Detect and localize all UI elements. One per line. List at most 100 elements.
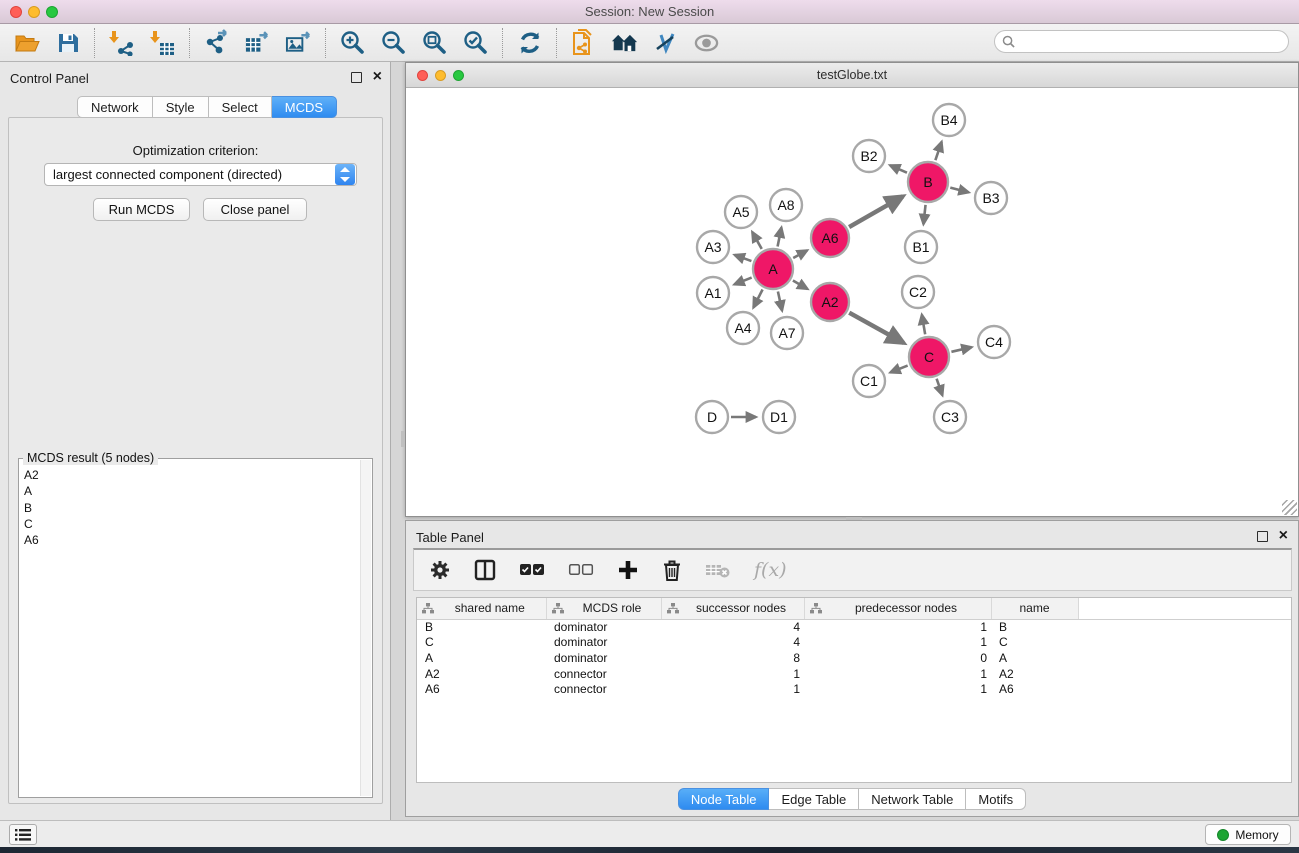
cell-shared-name[interactable]: A2 <box>417 666 546 682</box>
column-header-shared-name[interactable]: shared name <box>417 598 546 619</box>
cell-MCDS-role[interactable]: connector <box>546 666 661 682</box>
node-A8[interactable]: A8 <box>770 189 802 221</box>
table-row[interactable]: Bdominator41B <box>417 619 1291 635</box>
edge-A6-B[interactable] <box>849 196 903 227</box>
table-row[interactable]: A6connector11A6 <box>417 681 1291 697</box>
edge-A2-C[interactable] <box>849 313 903 343</box>
cell-shared-name[interactable]: B <box>417 619 546 635</box>
column-chooser-icon[interactable] <box>474 559 496 581</box>
cell-shared-name[interactable]: A6 <box>417 681 546 697</box>
close-panel-button[interactable]: Close panel <box>203 198 307 221</box>
node-A2[interactable]: A2 <box>811 283 849 321</box>
network-canvas[interactable]: AA1A3A5A8A4A7A6A2BB1B2B3B4CC1C2C3C4DD1 <box>406 88 1298 516</box>
tab-mcds[interactable]: MCDS <box>272 96 337 118</box>
table-row[interactable]: Cdominator41C <box>417 635 1291 651</box>
node-D1[interactable]: D1 <box>763 401 795 433</box>
node-A4[interactable]: A4 <box>727 312 759 344</box>
result-item[interactable]: A6 <box>21 532 359 548</box>
search-field[interactable] <box>994 30 1289 53</box>
memory-button[interactable]: Memory <box>1205 824 1291 845</box>
cell-predecessor-nodes[interactable]: 1 <box>804 635 991 651</box>
cell-name[interactable]: A2 <box>991 666 1078 682</box>
cell-MCDS-role[interactable]: dominator <box>546 650 661 666</box>
cell-MCDS-role[interactable]: connector <box>546 681 661 697</box>
eye-icon[interactable] <box>693 29 720 56</box>
node-C2[interactable]: C2 <box>902 276 934 308</box>
column-header-name[interactable]: name <box>991 598 1078 619</box>
node-C3[interactable]: C3 <box>934 401 966 433</box>
node-B2[interactable]: B2 <box>853 140 885 172</box>
edge-A-A8[interactable] <box>778 228 782 247</box>
result-item[interactable]: C <box>21 516 359 532</box>
node-B1[interactable]: B1 <box>905 231 937 263</box>
node-A[interactable]: A <box>753 249 793 289</box>
node-C4[interactable]: C4 <box>978 326 1010 358</box>
edge-C-C1[interactable] <box>890 366 907 373</box>
edge-A-A7[interactable] <box>778 291 782 310</box>
delete-column-icon[interactable] <box>662 559 682 582</box>
result-scrollbar[interactable] <box>360 460 371 796</box>
edge-A-A2[interactable] <box>793 281 808 289</box>
new-network-from-selection-icon[interactable] <box>570 29 597 56</box>
network-window-titlebar[interactable]: testGlobe.txt <box>406 63 1298 88</box>
edge-A-A1[interactable] <box>734 278 751 285</box>
tab-node-table[interactable]: Node Table <box>678 788 770 810</box>
refresh-icon[interactable] <box>516 29 543 56</box>
node-A6[interactable]: A6 <box>811 219 849 257</box>
hide-graphics-details-icon[interactable] <box>652 29 679 56</box>
save-session-icon[interactable] <box>54 29 81 56</box>
tab-style[interactable]: Style <box>153 96 209 118</box>
deselect-all-icon[interactable] <box>568 563 594 577</box>
edge-C-C2[interactable] <box>922 315 925 335</box>
close-panel-icon[interactable]: × <box>373 67 382 87</box>
column-header-MCDS-role[interactable]: MCDS role <box>546 598 661 619</box>
criterion-dropdown[interactable]: largest connected component (directed) <box>44 163 357 186</box>
cell-MCDS-role[interactable]: dominator <box>546 635 661 651</box>
cell-predecessor-nodes[interactable]: 1 <box>804 666 991 682</box>
export-table-icon[interactable] <box>244 29 271 56</box>
home-icon[interactable] <box>611 29 638 56</box>
node-A7[interactable]: A7 <box>771 317 803 349</box>
export-network-icon[interactable] <box>203 29 230 56</box>
result-item[interactable]: A <box>21 483 359 499</box>
settings-gear-icon[interactable] <box>429 559 451 581</box>
import-table-icon[interactable] <box>149 29 176 56</box>
open-file-icon[interactable] <box>13 29 40 56</box>
cell-successor-nodes[interactable]: 1 <box>661 666 804 682</box>
select-all-icon[interactable] <box>519 563 545 577</box>
tab-select[interactable]: Select <box>209 96 272 118</box>
edge-A-A4[interactable] <box>753 290 762 308</box>
edge-C-C3[interactable] <box>937 379 943 396</box>
task-history-button[interactable] <box>9 824 37 845</box>
node-C[interactable]: C <box>909 337 949 377</box>
cell-predecessor-nodes[interactable]: 0 <box>804 650 991 666</box>
mcds-result-list[interactable]: A2ABCA6 <box>21 467 359 795</box>
zoom-selected-icon[interactable] <box>462 29 489 56</box>
node-A5[interactable]: A5 <box>725 196 757 228</box>
cell-successor-nodes[interactable]: 1 <box>661 681 804 697</box>
edge-A-A6[interactable] <box>793 250 807 258</box>
float-panel-icon[interactable] <box>1257 531 1268 542</box>
node-table[interactable]: shared nameMCDS rolesuccessor nodesprede… <box>416 597 1292 783</box>
edge-A-A5[interactable] <box>752 232 761 249</box>
cell-name[interactable]: C <box>991 635 1078 651</box>
node-B[interactable]: B <box>908 162 948 202</box>
tab-edge-table[interactable]: Edge Table <box>769 788 859 810</box>
zoom-in-icon[interactable] <box>339 29 366 56</box>
cell-MCDS-role[interactable]: dominator <box>546 619 661 635</box>
column-header-successor-nodes[interactable]: successor nodes <box>661 598 804 619</box>
close-panel-icon[interactable]: × <box>1279 526 1288 546</box>
cell-name[interactable]: B <box>991 619 1078 635</box>
edge-B-B1[interactable] <box>923 205 925 224</box>
delete-table-icon[interactable] <box>705 561 731 579</box>
run-mcds-button[interactable]: Run MCDS <box>93 198 190 221</box>
node-A3[interactable]: A3 <box>697 231 729 263</box>
edge-A-A3[interactable] <box>735 255 752 261</box>
result-item[interactable]: A2 <box>21 467 359 483</box>
column-header-predecessor-nodes[interactable]: predecessor nodes <box>804 598 991 619</box>
tab-motifs[interactable]: Motifs <box>966 788 1026 810</box>
tab-network[interactable]: Network <box>77 96 153 118</box>
edge-B-B2[interactable] <box>890 165 907 172</box>
splitter-handle-vertical[interactable] <box>401 431 405 447</box>
tab-network-table[interactable]: Network Table <box>859 788 966 810</box>
